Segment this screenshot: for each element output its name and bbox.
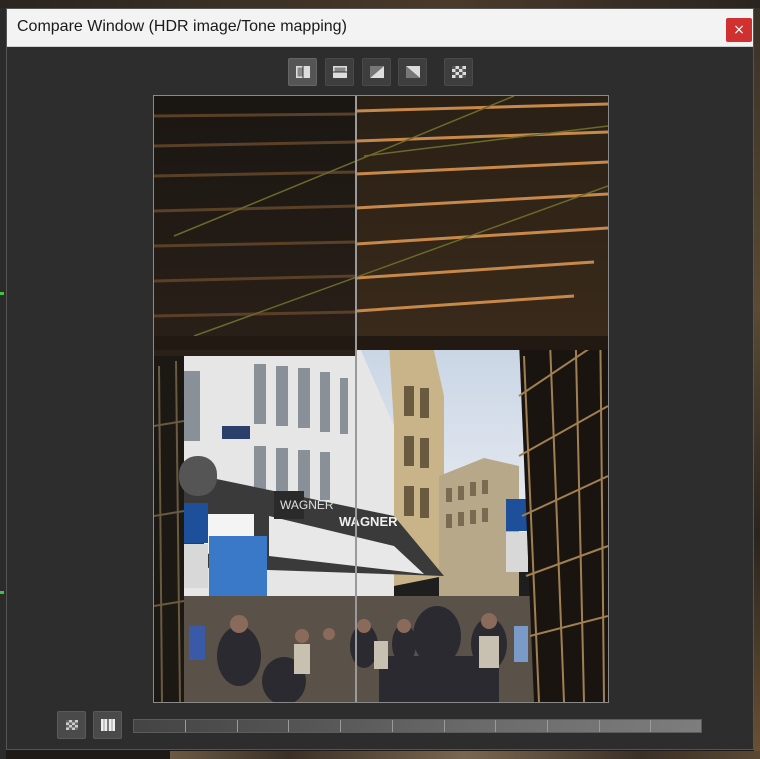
title-bar[interactable]: Compare Window (HDR image/Tone mapping) … <box>7 9 753 47</box>
bottom-bar <box>7 711 753 741</box>
close-button[interactable]: × <box>726 18 752 42</box>
split-diagonal-button[interactable] <box>362 58 391 86</box>
comparison-slider[interactable] <box>133 719 702 733</box>
slider-tick <box>340 720 341 732</box>
split-vertical-icon <box>100 719 115 731</box>
slider-tick <box>288 720 289 732</box>
background-app-bottom <box>170 751 760 759</box>
compare-image-viewer[interactable]: WAGNER WAGNER <box>153 95 609 703</box>
background-app-right <box>754 8 760 759</box>
split-vertical-icon <box>295 66 310 78</box>
split-horizontal-button[interactable] <box>325 58 354 86</box>
compare-mode-toolbar <box>7 58 753 88</box>
diagonal-split-reverse-icon <box>405 66 420 78</box>
background-marker <box>0 591 4 594</box>
slider-tick <box>392 720 393 732</box>
split-vertical-button[interactable] <box>288 58 317 86</box>
slider-tick <box>237 720 238 732</box>
slider-tick <box>444 720 445 732</box>
window-title: Compare Window (HDR image/Tone mapping) <box>17 18 347 35</box>
split-diagonal-reverse-button[interactable] <box>398 58 427 86</box>
background-marker <box>0 292 4 295</box>
slider-tick <box>495 720 496 732</box>
checkerboard-small-icon <box>65 720 78 730</box>
compare-window: Compare Window (HDR image/Tone mapping) … <box>6 8 754 750</box>
show-original-button[interactable] <box>57 711 86 739</box>
slider-tick <box>599 720 600 732</box>
street-photo: WAGNER WAGNER <box>154 96 608 702</box>
compare-view-button[interactable] <box>93 711 122 739</box>
split-horizontal-icon <box>332 66 347 78</box>
shop-sign: WAGNER <box>339 514 398 529</box>
slider-tick <box>547 720 548 732</box>
checkerboard-button[interactable] <box>444 58 473 86</box>
background-app-top <box>0 0 760 8</box>
slider-tick <box>185 720 186 732</box>
shop-sign-left: WAGNER <box>280 498 334 512</box>
diagonal-split-icon <box>369 66 384 78</box>
slider-tick <box>650 720 651 732</box>
checkerboard-icon <box>451 66 466 78</box>
